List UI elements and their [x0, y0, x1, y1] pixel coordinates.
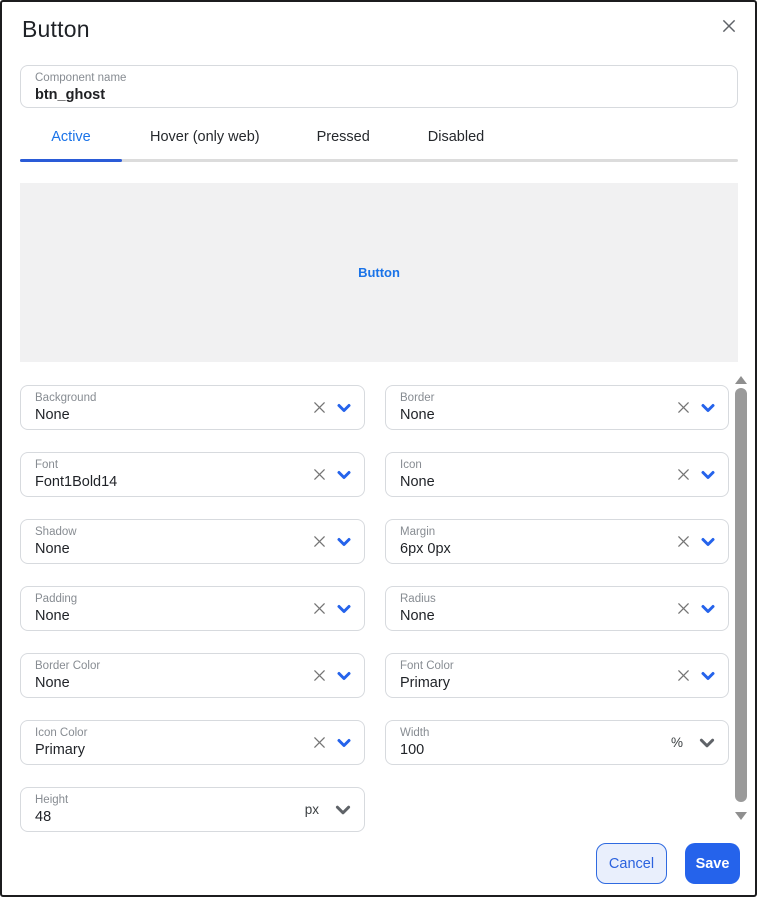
- border-color-field[interactable]: Border Color None: [20, 653, 365, 698]
- margin-field[interactable]: Margin 6px 0px: [385, 519, 729, 564]
- width-unit-label: %: [671, 735, 683, 750]
- chevron-down-icon[interactable]: [700, 601, 716, 617]
- close-icon[interactable]: [717, 14, 741, 38]
- field-label: Font: [35, 458, 352, 473]
- clear-x-icon[interactable]: [676, 400, 691, 415]
- field-value: Primary: [400, 674, 716, 693]
- dialog-footer: Cancel Save: [596, 843, 740, 884]
- field-value: Primary: [35, 741, 352, 760]
- width-field[interactable]: Width 100 %: [385, 720, 729, 765]
- chevron-down-icon[interactable]: [336, 400, 352, 416]
- border-field[interactable]: Border None: [385, 385, 729, 430]
- dialog-header: Button: [2, 2, 755, 43]
- tab-track: [20, 159, 738, 162]
- clear-x-icon[interactable]: [676, 668, 691, 683]
- clear-x-icon[interactable]: [676, 601, 691, 616]
- clear-x-icon[interactable]: [676, 534, 691, 549]
- dialog-title: Button: [22, 16, 737, 43]
- scroll-down-arrow-icon[interactable]: [735, 812, 747, 820]
- chevron-down-icon[interactable]: [334, 801, 352, 819]
- font-color-field[interactable]: Font Color Primary: [385, 653, 729, 698]
- field-value: None: [35, 607, 352, 626]
- clear-x-icon[interactable]: [312, 534, 327, 549]
- chevron-down-icon[interactable]: [336, 735, 352, 751]
- height-unit-label: px: [305, 802, 319, 817]
- clear-x-icon[interactable]: [312, 601, 327, 616]
- chevron-down-icon[interactable]: [698, 734, 716, 752]
- tab-disabled[interactable]: Disabled: [428, 129, 484, 145]
- chevron-down-icon[interactable]: [336, 601, 352, 617]
- field-value: None: [35, 540, 352, 559]
- field-value: None: [35, 674, 352, 693]
- cancel-button[interactable]: Cancel: [596, 843, 667, 884]
- icon-field[interactable]: Icon None: [385, 452, 729, 497]
- chevron-down-icon[interactable]: [336, 668, 352, 684]
- field-value: 6px 0px: [400, 540, 716, 559]
- clear-x-icon[interactable]: [312, 735, 327, 750]
- chevron-down-icon[interactable]: [336, 467, 352, 483]
- component-name-field[interactable]: Component name: [20, 65, 738, 108]
- height-field[interactable]: Height 48 px: [20, 787, 365, 832]
- chevron-down-icon[interactable]: [700, 400, 716, 416]
- field-value: None: [400, 607, 716, 626]
- field-value: None: [400, 406, 716, 425]
- component-name-label: Component name: [35, 71, 723, 86]
- padding-field[interactable]: Padding None: [20, 586, 365, 631]
- tab-active[interactable]: Active: [20, 129, 122, 145]
- field-label: Font Color: [400, 659, 716, 674]
- field-value: None: [35, 406, 352, 425]
- scroll-up-arrow-icon[interactable]: [735, 376, 747, 384]
- icon-color-field[interactable]: Icon Color Primary: [20, 720, 365, 765]
- field-label: Border Color: [35, 659, 352, 674]
- field-label: Width: [400, 726, 716, 741]
- clear-x-icon[interactable]: [312, 400, 327, 415]
- button-component-dialog: Button Component name Active Hover (only …: [0, 0, 757, 897]
- active-tab-indicator: [20, 159, 122, 162]
- field-label: Shadow: [35, 525, 352, 540]
- chevron-down-icon[interactable]: [700, 467, 716, 483]
- field-label: Background: [35, 391, 352, 406]
- tab-pressed[interactable]: Pressed: [317, 129, 370, 145]
- clear-x-icon[interactable]: [312, 467, 327, 482]
- field-label: Icon: [400, 458, 716, 473]
- field-label: Border: [400, 391, 716, 406]
- tab-hover-only-web[interactable]: Hover (only web): [150, 129, 260, 145]
- background-field[interactable]: Background None: [20, 385, 365, 430]
- chevron-down-icon[interactable]: [700, 668, 716, 684]
- scrollbar-thumb[interactable]: [735, 388, 747, 802]
- scrollbar[interactable]: [734, 374, 748, 824]
- font-field[interactable]: Font Font1Bold14: [20, 452, 365, 497]
- field-value: Font1Bold14: [35, 473, 352, 492]
- field-label: Icon Color: [35, 726, 352, 741]
- shadow-field[interactable]: Shadow None: [20, 519, 365, 564]
- preview-button[interactable]: Button: [358, 265, 400, 280]
- clear-x-icon[interactable]: [312, 668, 327, 683]
- chevron-down-icon[interactable]: [336, 534, 352, 550]
- clear-x-icon[interactable]: [676, 467, 691, 482]
- chevron-down-icon[interactable]: [700, 534, 716, 550]
- field-label: Padding: [35, 592, 352, 607]
- save-button[interactable]: Save: [685, 843, 740, 884]
- field-value: None: [400, 473, 716, 492]
- state-tabs: Active Hover (only web) Pressed Disabled: [20, 121, 737, 153]
- field-label: Margin: [400, 525, 716, 540]
- style-fields-grid: Background None Border None Font Font1Bo…: [20, 385, 729, 832]
- field-label: Radius: [400, 592, 716, 607]
- field-value: 100: [400, 741, 716, 760]
- preview-area: Button: [20, 183, 738, 362]
- component-name-input[interactable]: [35, 86, 723, 104]
- radius-field[interactable]: Radius None: [385, 586, 729, 631]
